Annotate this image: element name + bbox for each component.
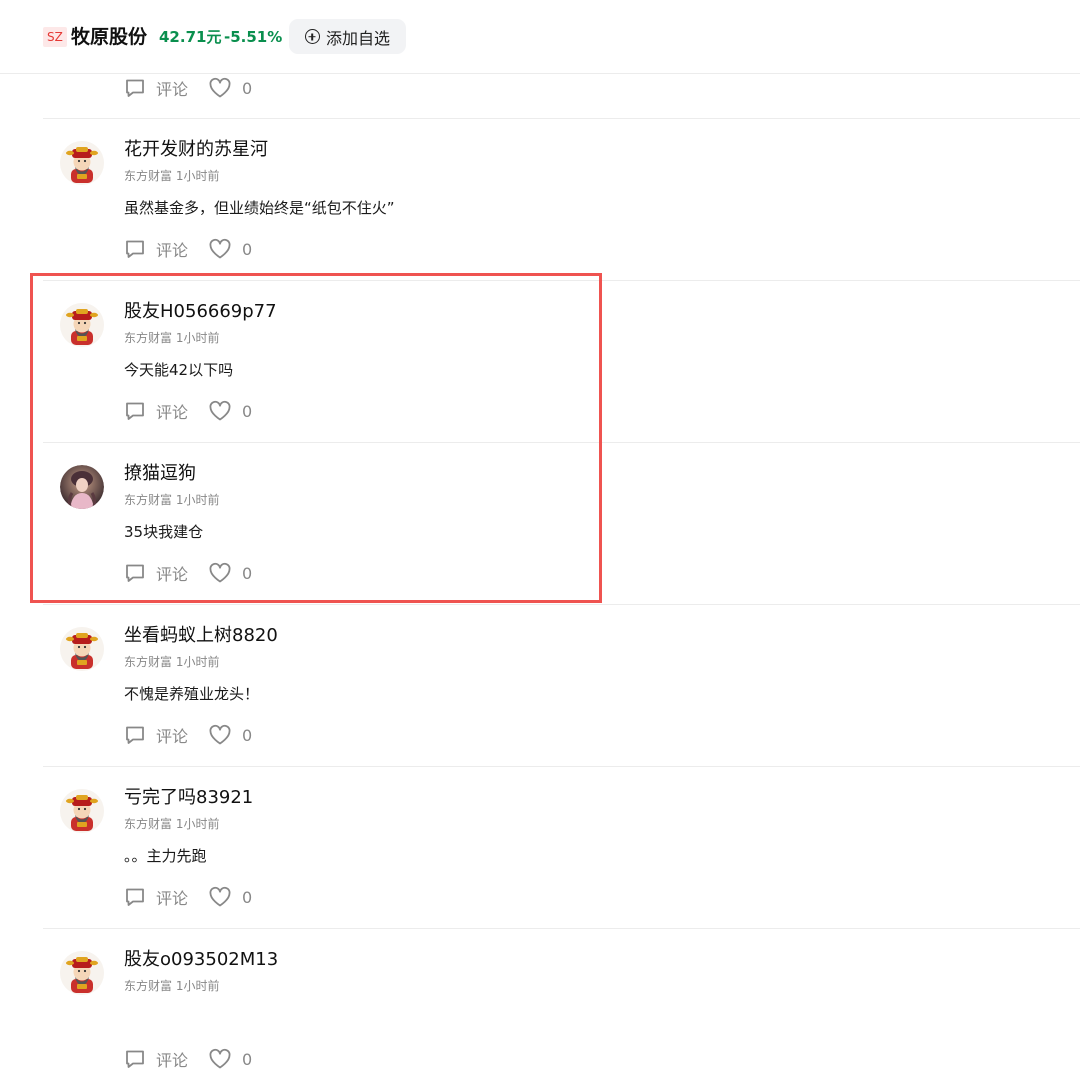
comment-button[interactable]: 评论 <box>124 237 188 261</box>
avatar[interactable] <box>60 627 104 671</box>
post-item: 坐看蚂蚁上树8820 东方财富 1小时前 不愧是养殖业龙头！ 评论 0 <box>0 605 1080 767</box>
like-count: 0 <box>242 401 253 421</box>
like-count: 0 <box>242 78 253 98</box>
post-actions: 评论 0 <box>124 1047 252 1071</box>
heart-icon <box>209 724 231 745</box>
like-button[interactable]: 0 <box>208 1048 252 1070</box>
like-button[interactable]: 0 <box>208 400 252 422</box>
post-source: 东方财富 <box>124 169 173 183</box>
stock-header: SZ 牧原股份 42.71元 -5.51% 添加自选 <box>0 0 1080 74</box>
comment-button[interactable]: 评论 <box>124 399 188 423</box>
post-time: 1小时前 <box>175 817 220 831</box>
post-item: 花开发财的苏星河 东方财富 1小时前 虽然基金多，但业绩始终是“纸包不住火” 评… <box>0 119 1080 281</box>
avatar[interactable] <box>60 465 104 509</box>
comment-label: 评论 <box>156 565 189 584</box>
avatar[interactable] <box>60 951 104 995</box>
post-actions: 评论 0 <box>124 561 252 585</box>
heart-icon <box>209 238 231 259</box>
like-button[interactable]: 0 <box>208 886 252 908</box>
comment-icon <box>126 1050 144 1068</box>
heart-icon <box>209 77 231 98</box>
post-time: 1小时前 <box>175 979 220 993</box>
post-source: 东方财富 <box>124 331 173 345</box>
heart-icon <box>209 562 231 583</box>
post-meta: 东方财富 1小时前 <box>124 977 219 995</box>
post-actions: 评论 0 <box>124 237 252 261</box>
post-username[interactable]: 股友H056669p77 <box>124 299 277 325</box>
post-username[interactable]: 坐看蚂蚁上树8820 <box>124 623 278 649</box>
comment-label: 评论 <box>156 1051 189 1070</box>
avatar[interactable] <box>60 303 104 347</box>
post-meta: 东方财富 1小时前 <box>124 491 219 509</box>
stock-change: -5.51% <box>224 28 283 46</box>
avatar[interactable] <box>60 141 104 185</box>
stock-name[interactable]: 牧原股份 <box>71 23 147 51</box>
like-count: 0 <box>242 1049 253 1069</box>
post-item: 撩猫逗狗 东方财富 1小时前 35块我建仓 评论 0 <box>0 443 1080 605</box>
post-source: 东方财富 <box>124 817 173 831</box>
post-actions: 评论 0 <box>124 399 252 423</box>
add-circle-icon <box>304 29 320 44</box>
add-watchlist-button[interactable]: 添加自选 <box>289 19 406 54</box>
add-watchlist-label: 添加自选 <box>325 28 390 48</box>
post-username[interactable]: 亏完了吗83921 <box>124 785 253 811</box>
like-button[interactable]: 0 <box>208 238 252 260</box>
post-meta: 东方财富 1小时前 <box>124 329 219 347</box>
comment-button[interactable]: 评论 <box>124 723 188 747</box>
post-meta: 东方财富 1小时前 <box>124 167 219 185</box>
post-time: 1小时前 <box>175 655 220 669</box>
post-actions: 评论 0 <box>124 723 252 747</box>
post-content[interactable]: 。。主力先跑 <box>124 845 207 867</box>
post-source: 东方财富 <box>124 979 173 993</box>
heart-icon <box>209 886 231 907</box>
like-count: 0 <box>242 725 253 745</box>
post-username[interactable]: 股友o093502M13 <box>124 947 278 973</box>
comment-icon <box>126 79 144 97</box>
comment-label: 评论 <box>156 241 189 260</box>
comment-button[interactable]: 评论 <box>124 561 188 585</box>
post-time: 1小时前 <box>175 169 220 183</box>
comment-button[interactable]: 评论 <box>124 885 188 909</box>
post-time: 1小时前 <box>175 331 220 345</box>
post-meta: 东方财富 1小时前 <box>124 815 219 833</box>
avatar[interactable] <box>60 789 104 833</box>
comment-label: 评论 <box>156 727 189 746</box>
comment-label: 评论 <box>156 403 189 422</box>
comment-button[interactable]: 评论 <box>124 76 188 100</box>
comment-label: 评论 <box>156 80 189 99</box>
comment-icon <box>126 240 144 258</box>
comment-button[interactable]: 评论 <box>124 1047 188 1071</box>
post-username[interactable]: 花开发财的苏星河 <box>124 137 268 163</box>
post-actions: 评论 0 <box>124 76 252 100</box>
post-item: 股友o093502M13 东方财富 1小时前 评论 0 <box>0 929 1080 1091</box>
post-source: 东方财富 <box>124 493 173 507</box>
like-button[interactable]: 0 <box>208 724 252 746</box>
post-content[interactable]: 35块我建仓 <box>124 521 203 543</box>
like-count: 0 <box>242 239 253 259</box>
post-content[interactable]: 虽然基金多，但业绩始终是“纸包不住火” <box>124 197 395 219</box>
post-source: 东方财富 <box>124 655 173 669</box>
heart-icon <box>209 1048 231 1069</box>
like-count: 0 <box>242 887 253 907</box>
like-count: 0 <box>242 563 253 583</box>
comment-icon <box>126 402 144 420</box>
comment-icon <box>126 726 144 744</box>
stock-price: 42.71元 <box>159 28 222 46</box>
comment-icon <box>126 888 144 906</box>
comment-icon <box>126 564 144 582</box>
comment-label: 评论 <box>156 889 189 908</box>
post-item: 亏完了吗83921 东方财富 1小时前 。。主力先跑 评论 0 <box>0 767 1080 929</box>
post-username[interactable]: 撩猫逗狗 <box>124 461 196 487</box>
heart-icon <box>209 400 231 421</box>
market-badge: SZ <box>43 27 67 47</box>
post-item: 股友H056669p77 东方财富 1小时前 今天能42以下吗 评论 0 <box>0 281 1080 443</box>
post-content[interactable]: 不愧是养殖业龙头！ <box>124 683 259 705</box>
like-button[interactable]: 0 <box>208 562 252 584</box>
post-content[interactable]: 今天能42以下吗 <box>124 359 233 381</box>
post-actions: 评论 0 <box>124 885 252 909</box>
post-meta: 东方财富 1小时前 <box>124 653 219 671</box>
post-time: 1小时前 <box>175 493 220 507</box>
like-button[interactable]: 0 <box>208 77 252 99</box>
